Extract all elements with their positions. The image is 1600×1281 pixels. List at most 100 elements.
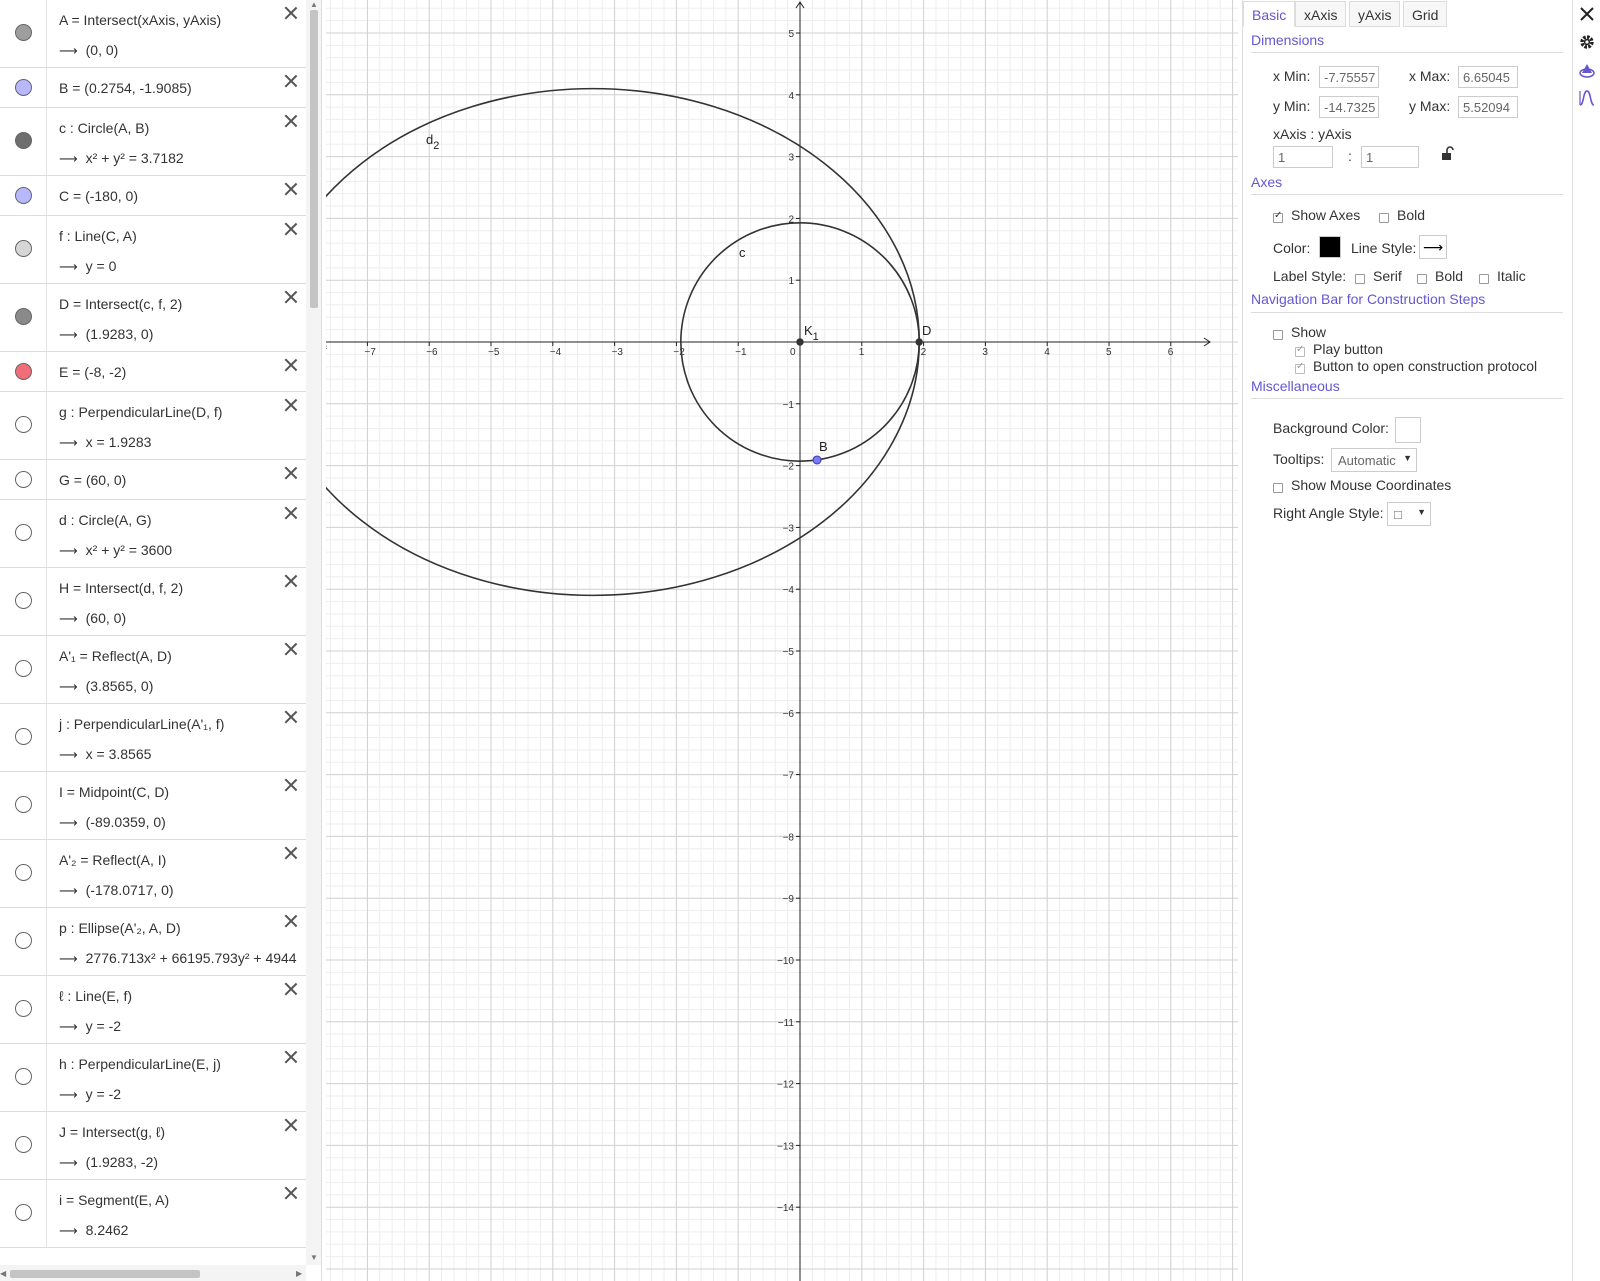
show-axes-checkbox[interactable] [1273,210,1283,223]
delete-icon[interactable] [284,846,298,860]
show-navbar-checkbox[interactable] [1273,330,1283,340]
visibility-marble-icon[interactable] [15,728,32,745]
algebra-definition[interactable]: A'₂ = Reflect(A, I) [59,852,166,868]
algebra-definition[interactable]: C = (-180, 0) [59,188,138,204]
algebra-row[interactable]: D = Intersect(c, f, 2) ⟶ (1.9283, 0) [0,284,306,352]
algebra-definition[interactable]: I = Midpoint(C, D) [59,784,169,800]
point-d[interactable] [915,338,923,346]
graphics-canvas[interactable]: −7 −6 −5 −4 −3 −2 −1 0 1 2 3 4 5 654321−1−2−3−4−5−6−7… [326,0,1238,1281]
line-style-button[interactable]: ⟶ [1419,235,1447,259]
algebra-row[interactable]: A'₂ = Reflect(A, I) ⟶ (-178.0717, 0) [0,840,306,908]
algebra-vertical-scroll-thumb[interactable] [310,10,318,308]
visibility-marble-icon[interactable] [15,1204,32,1221]
visibility-marble-icon[interactable] [15,363,32,380]
graphics-view[interactable]: −7 −6 −5 −4 −3 −2 −1 0 1 2 3 4 5 6 5 4 3 2 1 −1 −2 −3 −4 −5 −6 −7… [326,0,1238,1281]
algebra-definition[interactable]: h : PerpendicularLine(E, j) [59,1056,221,1072]
algebra-row[interactable]: H = Intersect(d, f, 2) ⟶ (60, 0) [0,568,306,636]
algebra-vertical-scrollbar[interactable]: ▲ ▼ [306,0,321,1265]
algebra-row[interactable]: J = Intersect(g, ℓ) ⟶ (1.9283, -2) [0,1112,306,1180]
algebra-horizontal-scrollbar[interactable]: ◀ ▶ [0,1265,306,1281]
algebra-definition[interactable]: A'₁ = Reflect(A, D) [59,648,172,664]
visibility-toggle-area[interactable] [0,0,47,67]
scroll-left-icon[interactable]: ◀ [0,1269,6,1278]
scroll-right-icon[interactable]: ▶ [296,1269,302,1278]
algebra-definition[interactable]: ℓ : Line(E, f) [59,988,132,1004]
tab-grid[interactable]: Grid [1403,1,1448,27]
ratio-y-input[interactable]: 1 [1361,146,1419,168]
xmax-input[interactable]: 6.65045 [1458,66,1518,88]
italic-checkbox[interactable] [1479,274,1489,284]
algebra-definition[interactable]: E = (-8, -2) [59,364,126,380]
delete-icon[interactable] [284,358,298,372]
visibility-toggle-area[interactable] [0,1044,47,1111]
algebra-row[interactable]: j : PerpendicularLine(A'₁, f) ⟶ x = 3.8565 [0,704,306,772]
delete-icon[interactable] [284,1050,298,1064]
visibility-marble-icon[interactable] [15,592,32,609]
tooltips-select[interactable]: Automatic ▼ [1331,448,1417,472]
mouse-coordinates-checkbox[interactable] [1273,483,1283,493]
algebra-row[interactable]: h : PerpendicularLine(E, j) ⟶ y = -2 [0,1044,306,1112]
visibility-toggle-area[interactable] [0,704,47,771]
lock-ratio-icon[interactable] [1439,146,1455,165]
algebra-definition[interactable]: J = Intersect(g, ℓ) [59,1124,165,1140]
function-icon[interactable] [1578,89,1596,107]
delete-icon[interactable] [284,222,298,236]
algebra-definition[interactable]: A = Intersect(xAxis, yAxis) [59,12,221,28]
right-angle-style-select[interactable]: □ ▼ [1387,502,1431,526]
visibility-marble-icon[interactable] [15,471,32,488]
play-button-checkbox[interactable] [1295,344,1305,357]
visibility-toggle-area[interactable] [0,176,47,215]
visibility-toggle-area[interactable] [0,568,47,635]
algebra-definition[interactable]: p : Ellipse(A'₂, A, D) [59,920,181,936]
label-bold-checkbox[interactable] [1417,274,1427,284]
algebra-definition[interactable]: g : PerpendicularLine(D, f) [59,404,222,420]
tab-xaxis[interactable]: xAxis [1295,1,1347,27]
close-icon[interactable] [1578,5,1596,23]
algebra-row[interactable]: ℓ : Line(E, f) ⟶ y = -2 [0,976,306,1044]
protocol-button-checkbox[interactable] [1295,361,1305,374]
visibility-marble-icon[interactable] [15,1136,32,1153]
tab-basic[interactable]: Basic [1243,1,1296,27]
delete-icon[interactable] [284,506,298,520]
visibility-toggle-area[interactable] [0,108,47,175]
delete-icon[interactable] [284,6,298,20]
delete-icon[interactable] [284,74,298,88]
visibility-toggle-area[interactable] [0,216,47,283]
delete-icon[interactable] [284,1118,298,1132]
algebra-horizontal-scroll-thumb[interactable] [10,1270,200,1278]
algebra-definition[interactable]: j : PerpendicularLine(A'₁, f) [59,716,224,732]
delete-icon[interactable] [284,982,298,996]
background-color-swatch[interactable] [1395,417,1421,443]
delete-icon[interactable] [284,1186,298,1200]
algebra-definition[interactable]: c : Circle(A, B) [59,120,149,136]
visibility-toggle-area[interactable] [0,636,47,703]
visibility-toggle-area[interactable] [0,1112,47,1179]
algebra-definition[interactable]: d : Circle(A, G) [59,512,152,528]
visibility-toggle-area[interactable] [0,772,47,839]
ymin-input[interactable]: -14.7325 [1319,96,1379,118]
delete-icon[interactable] [284,398,298,412]
scroll-down-icon[interactable]: ▼ [310,1253,318,1262]
visibility-marble-icon[interactable] [15,1068,32,1085]
visibility-marble-icon[interactable] [15,308,32,325]
visibility-toggle-area[interactable] [0,284,47,351]
visibility-marble-icon[interactable] [15,796,32,813]
algebra-definition[interactable]: i = Segment(E, A) [59,1192,169,1208]
algebra-definition[interactable]: H = Intersect(d, f, 2) [59,580,183,596]
algebra-row[interactable]: A = Intersect(xAxis, yAxis) ⟶ (0, 0) [0,0,306,68]
gear-icon[interactable] [1578,33,1596,51]
graphics-view-icon[interactable] [1578,61,1596,79]
serif-checkbox[interactable] [1355,274,1365,284]
visibility-marble-icon[interactable] [15,416,32,433]
delete-icon[interactable] [284,182,298,196]
bold-axes-checkbox[interactable] [1379,213,1389,223]
visibility-toggle-area[interactable] [0,392,47,459]
visibility-marble-icon[interactable] [15,132,32,149]
delete-icon[interactable] [284,642,298,656]
visibility-marble-icon[interactable] [15,187,32,204]
visibility-marble-icon[interactable] [15,524,32,541]
visibility-marble-icon[interactable] [15,660,32,677]
xmin-input[interactable]: -7.75557 [1319,66,1379,88]
ratio-x-input[interactable]: 1 [1273,146,1333,168]
algebra-row[interactable]: c : Circle(A, B) ⟶ x² + y² = 3.7182 [0,108,306,176]
